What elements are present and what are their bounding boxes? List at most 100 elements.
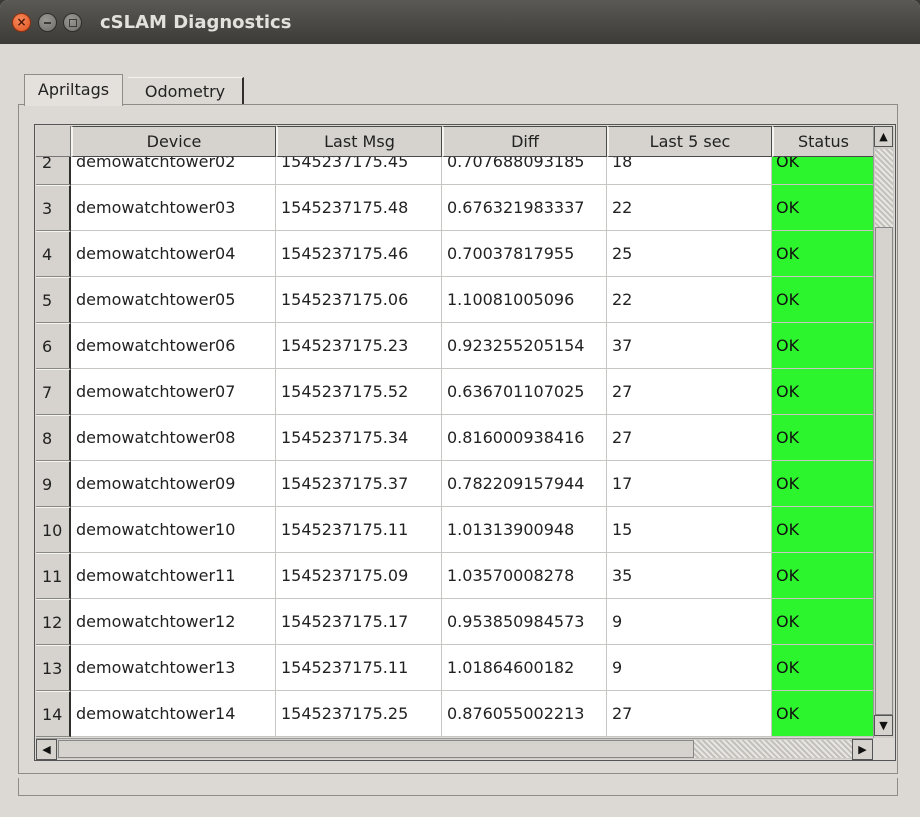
- row-header[interactable]: 3: [36, 185, 71, 231]
- cell-status[interactable]: OK: [772, 157, 874, 185]
- cell-status[interactable]: OK: [772, 231, 874, 277]
- cell-last-5-sec[interactable]: 25: [607, 231, 772, 277]
- column-header-diff[interactable]: Diff: [442, 126, 607, 157]
- table-row[interactable]: 7 demowatchtower07 1545237175.52 0.63670110…: [36, 369, 874, 415]
- table-row[interactable]: 5 demowatchtower05 1545237175.06 1.10081005…: [36, 277, 874, 323]
- table-row[interactable]: 13 demowatchtower13 1545237175.11 1.0186460…: [36, 645, 874, 691]
- cell-last-msg[interactable]: 1545237175.25: [276, 691, 442, 737]
- cell-status[interactable]: OK: [772, 369, 874, 415]
- cell-last-5-sec[interactable]: 17: [607, 461, 772, 507]
- cell-diff[interactable]: 0.782209157944: [442, 461, 607, 507]
- vertical-scrollbar[interactable]: ▲ ▼: [873, 126, 894, 738]
- cell-status[interactable]: OK: [772, 645, 874, 691]
- cell-diff[interactable]: 1.01864600182: [442, 645, 607, 691]
- cell-device[interactable]: demowatchtower05: [71, 277, 276, 323]
- cell-last-msg[interactable]: 1545237175.34: [276, 415, 442, 461]
- cell-status[interactable]: OK: [772, 277, 874, 323]
- row-header[interactable]: 4: [36, 231, 71, 277]
- cell-status[interactable]: OK: [772, 691, 874, 737]
- table-row[interactable]: 11 demowatchtower11 1545237175.09 1.0357000…: [36, 553, 874, 599]
- cell-diff[interactable]: 0.707688093185: [442, 157, 607, 185]
- cell-diff[interactable]: 0.70037817955: [442, 231, 607, 277]
- row-header[interactable]: 7: [36, 369, 71, 415]
- column-header-last-msg[interactable]: Last Msg: [276, 126, 442, 157]
- horizontal-scroll-trough[interactable]: [694, 740, 852, 758]
- cell-diff[interactable]: 1.10081005096: [442, 277, 607, 323]
- table-row[interactable]: 6 demowatchtower06 1545237175.23 0.92325520…: [36, 323, 874, 369]
- minimize-icon[interactable]: [38, 13, 57, 32]
- horizontal-scroll-thumb[interactable]: [58, 740, 694, 758]
- table-row[interactable]: 14 demowatchtower14 1545237175.25 0.8760550…: [36, 691, 874, 737]
- table-row[interactable]: 10 demowatchtower10 1545237175.11 1.0131390…: [36, 507, 874, 553]
- cell-status[interactable]: OK: [772, 185, 874, 231]
- column-header-status[interactable]: Status: [772, 126, 874, 157]
- cell-status[interactable]: OK: [772, 415, 874, 461]
- horizontal-scrollbar[interactable]: ◀ ▶: [36, 738, 873, 760]
- cell-last-msg[interactable]: 1545237175.06: [276, 277, 442, 323]
- table-row[interactable]: 3 demowatchtower03 1545237175.48 0.67632198…: [36, 185, 874, 231]
- cell-status[interactable]: OK: [772, 507, 874, 553]
- cell-device[interactable]: demowatchtower04: [71, 231, 276, 277]
- cell-device[interactable]: demowatchtower11: [71, 553, 276, 599]
- cell-last-5-sec[interactable]: 27: [607, 415, 772, 461]
- cell-device[interactable]: demowatchtower14: [71, 691, 276, 737]
- cell-last-5-sec[interactable]: 35: [607, 553, 772, 599]
- cell-device[interactable]: demowatchtower06: [71, 323, 276, 369]
- cell-last-msg[interactable]: 1545237175.17: [276, 599, 442, 645]
- cell-last-5-sec[interactable]: 27: [607, 369, 772, 415]
- cell-last-5-sec[interactable]: 9: [607, 645, 772, 691]
- title-bar[interactable]: × cSLAM Diagnostics: [0, 0, 920, 44]
- scroll-right-icon[interactable]: ▶: [852, 739, 873, 760]
- row-header[interactable]: 11: [36, 553, 71, 599]
- cell-diff[interactable]: 1.03570008278: [442, 553, 607, 599]
- vertical-scroll-thumb[interactable]: [875, 227, 893, 715]
- cell-status[interactable]: OK: [772, 553, 874, 599]
- cell-status[interactable]: OK: [772, 461, 874, 507]
- table-row[interactable]: 8 demowatchtower08 1545237175.34 0.81600093…: [36, 415, 874, 461]
- cell-diff[interactable]: 0.953850984573: [442, 599, 607, 645]
- cell-diff[interactable]: 1.01313900948: [442, 507, 607, 553]
- cell-diff[interactable]: 0.923255205154: [442, 323, 607, 369]
- cell-last-msg[interactable]: 1545237175.23: [276, 323, 442, 369]
- column-header-last-5-sec[interactable]: Last 5 sec: [607, 126, 772, 157]
- cell-last-msg[interactable]: 1545237175.11: [276, 645, 442, 691]
- cell-last-msg[interactable]: 1545237175.37: [276, 461, 442, 507]
- cell-last-5-sec[interactable]: 22: [607, 277, 772, 323]
- table-row[interactable]: 4 demowatchtower04 1545237175.46 0.70037817…: [36, 231, 874, 277]
- cell-device[interactable]: demowatchtower10: [71, 507, 276, 553]
- row-header[interactable]: 12: [36, 599, 71, 645]
- cell-last-5-sec[interactable]: 15: [607, 507, 772, 553]
- cell-device[interactable]: demowatchtower03: [71, 185, 276, 231]
- cell-diff[interactable]: 0.676321983337: [442, 185, 607, 231]
- cell-last-msg[interactable]: 1545237175.09: [276, 553, 442, 599]
- cell-last-5-sec[interactable]: 37: [607, 323, 772, 369]
- cell-last-msg[interactable]: 1545237175.45: [276, 157, 442, 185]
- cell-last-msg[interactable]: 1545237175.52: [276, 369, 442, 415]
- cell-status[interactable]: OK: [772, 599, 874, 645]
- table-row[interactable]: 2 demowatchtower02 1545237175.45 0.70768809…: [36, 157, 874, 185]
- cell-last-msg[interactable]: 1545237175.48: [276, 185, 442, 231]
- cell-device[interactable]: demowatchtower07: [71, 369, 276, 415]
- cell-last-5-sec[interactable]: 27: [607, 691, 772, 737]
- cell-last-msg[interactable]: 1545237175.11: [276, 507, 442, 553]
- tab-odometry[interactable]: Odometry: [128, 77, 244, 104]
- cell-device[interactable]: demowatchtower02: [71, 157, 276, 185]
- cell-diff[interactable]: 0.816000938416: [442, 415, 607, 461]
- row-header[interactable]: 8: [36, 415, 71, 461]
- row-header[interactable]: 9: [36, 461, 71, 507]
- close-icon[interactable]: ×: [12, 13, 31, 32]
- scroll-left-icon[interactable]: ◀: [36, 739, 57, 760]
- row-header[interactable]: 5: [36, 277, 71, 323]
- row-header[interactable]: 14: [36, 691, 71, 737]
- cell-last-msg[interactable]: 1545237175.46: [276, 231, 442, 277]
- cell-last-5-sec[interactable]: 18: [607, 157, 772, 185]
- row-header[interactable]: 10: [36, 507, 71, 553]
- scroll-down-icon[interactable]: ▼: [874, 715, 893, 736]
- cell-device[interactable]: demowatchtower08: [71, 415, 276, 461]
- table-row[interactable]: 12 demowatchtower12 1545237175.17 0.9538509…: [36, 599, 874, 645]
- cell-device[interactable]: demowatchtower12: [71, 599, 276, 645]
- row-header[interactable]: 13: [36, 645, 71, 691]
- cell-diff[interactable]: 0.636701107025: [442, 369, 607, 415]
- cell-last-5-sec[interactable]: 22: [607, 185, 772, 231]
- table-corner[interactable]: [36, 126, 71, 157]
